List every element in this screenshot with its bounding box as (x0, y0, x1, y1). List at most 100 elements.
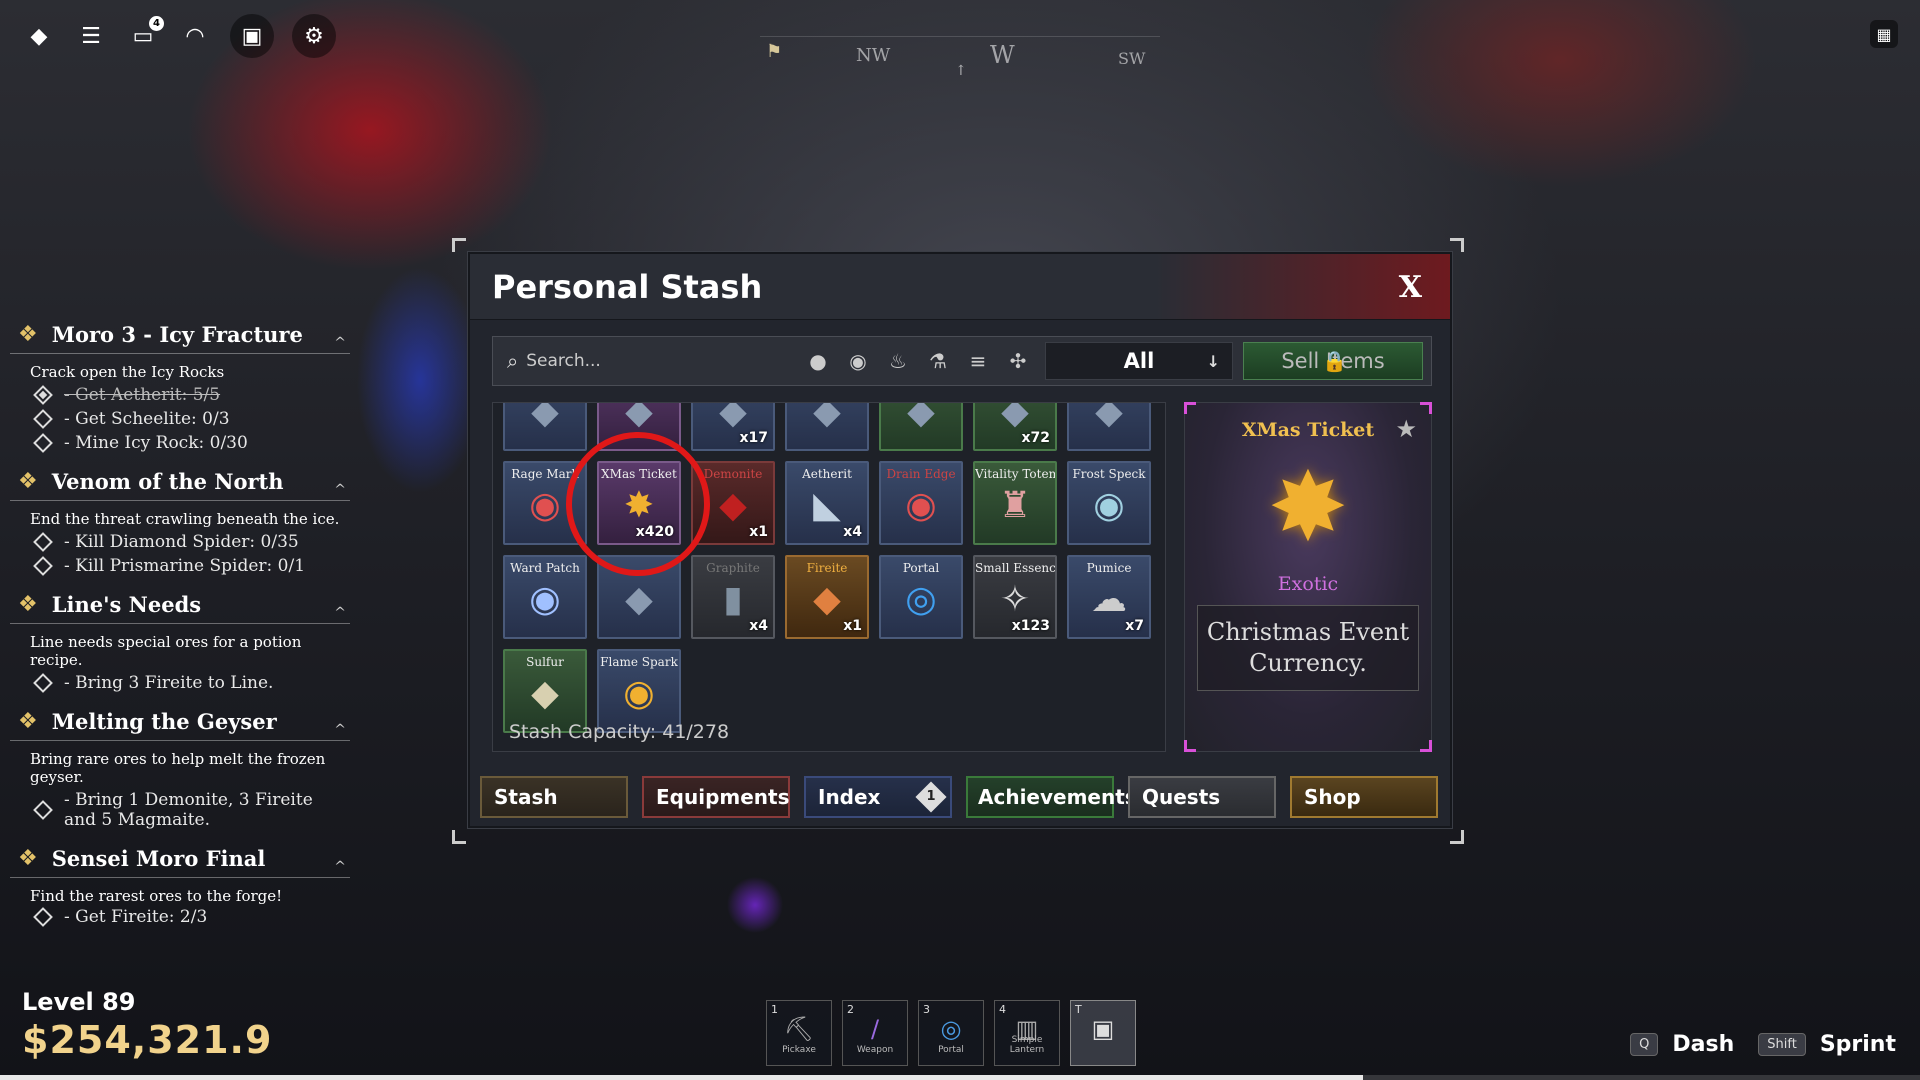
quest-tracker: ❖ Moro 3 - Icy Fracture ^ Crack open the… (10, 318, 350, 937)
player-money: $254,321.9 (22, 1018, 273, 1062)
frame-corner (452, 238, 466, 252)
item-slot[interactable]: Vitality Totem I ♜ (973, 461, 1057, 545)
quest-item[interactable]: ❖ Moro 3 - Icy Fracture ^ Crack open the… (10, 318, 350, 455)
tab-index[interactable]: Index 1 (804, 776, 952, 818)
backpack-icon[interactable]: ▣ (230, 14, 274, 58)
objective-checkbox-icon (33, 409, 53, 429)
detail-item-name: XMas Ticket (1241, 419, 1375, 441)
filter-icons: ● ◉ ♨ ⚗ ≡ ✣ (805, 348, 1031, 374)
fire-filter-icon[interactable]: ♨ (885, 348, 911, 374)
item-slot[interactable]: Rage Mark ◉ (503, 461, 587, 545)
weapon-icon: / (870, 1015, 880, 1043)
gear-icon[interactable]: ⚙ (292, 14, 336, 58)
item-icon: ◉ (623, 673, 655, 714)
item-slot[interactable]: ◆ (503, 403, 587, 451)
slot-label: Weapon (856, 1045, 894, 1055)
item-icon: ✸ (623, 485, 655, 526)
quest-header[interactable]: ❖ Sensei Moro Final ^ (10, 842, 350, 878)
xp-progress-bar (0, 1075, 1920, 1080)
quest-objective: - Get Aetherit: 5/5 (10, 383, 350, 407)
tab-shop[interactable]: Shop (1290, 776, 1438, 818)
favorite-star-icon[interactable]: ★ (1395, 415, 1417, 443)
hotbar-slot-lantern[interactable]: 4 ▥ Simple Lantern (994, 1000, 1060, 1066)
hotbar: 1 ⛏ Pickaxe 2 / Weapon 3 ◎ Portal 4 ▥ Si… (766, 1000, 1136, 1066)
item-icon: ◎ (905, 579, 937, 620)
item-slot[interactable]: ◆ (597, 403, 681, 451)
collapse-caret-icon[interactable]: ^ (334, 482, 346, 498)
item-slot[interactable]: Small Essence ✧ x123 (973, 555, 1057, 639)
chat-icon[interactable]: ▭ 4 (126, 16, 164, 53)
menu-icon[interactable]: ☰ (74, 19, 108, 53)
collapse-caret-icon[interactable]: ^ (334, 859, 346, 875)
ore-filter-icon[interactable]: ● (805, 348, 831, 374)
grid-icon[interactable]: ▦ (1870, 20, 1898, 48)
item-slot[interactable]: ◆ (785, 402, 869, 451)
quest-header[interactable]: ❖ Line's Needs ^ (10, 588, 350, 624)
rune-filter-icon[interactable]: ◉ (845, 348, 871, 374)
item-slot[interactable]: Demonite ◆ x1 (691, 461, 775, 545)
sort-icon[interactable]: ≡ (965, 348, 991, 374)
quest-item[interactable]: ❖ Venom of the North ^ End the threat cr… (10, 465, 350, 578)
hotbar-slot-pickaxe[interactable]: 1 ⛏ Pickaxe (766, 1000, 832, 1066)
collapse-icon[interactable]: ✣ (1005, 348, 1031, 374)
pickaxe-icon: ⛏ (783, 1015, 815, 1043)
potion-filter-icon[interactable]: ⚗ (925, 348, 951, 374)
tab-quests[interactable]: Quests (1128, 776, 1276, 818)
quest-description: Line needs special ores for a potion rec… (30, 633, 302, 669)
tab-equipments[interactable]: Equipments (642, 776, 790, 818)
item-quantity: x1 (749, 524, 768, 540)
tab-stash[interactable]: Stash (480, 776, 628, 818)
stash-titlebar: Personal Stash X (470, 254, 1450, 320)
quest-objective: - Kill Diamond Spider: 0/35 (10, 530, 350, 554)
backpack-icon: ▣ (1091, 1015, 1115, 1043)
quest-title: Line's Needs (51, 592, 202, 617)
item-slot[interactable]: ◆ (1067, 403, 1151, 451)
item-slot[interactable]: ◆ x72 (973, 403, 1057, 451)
item-slot[interactable]: ◆ (597, 555, 681, 639)
category-dropdown[interactable]: All ↓ (1045, 342, 1233, 380)
dash-key[interactable]: Q (1630, 1033, 1659, 1056)
collapse-caret-icon[interactable]: ^ (334, 605, 346, 621)
quest-objective: - Get Scheelite: 0/3 (10, 407, 350, 431)
item-name: Demonite (703, 467, 763, 481)
item-slot[interactable]: ◆ (879, 402, 963, 451)
quest-header[interactable]: ❖ Venom of the North ^ (10, 465, 350, 501)
close-button[interactable]: X (1399, 270, 1422, 305)
tab-achievements[interactable]: Achievements (966, 776, 1137, 818)
hotbar-slot-backpack[interactable]: T ▣ (1070, 1000, 1136, 1066)
roblox-logo-icon[interactable]: ◆ (22, 19, 56, 53)
item-slot[interactable]: Portal ◎ (879, 555, 963, 639)
item-icon: ◆ (907, 402, 935, 432)
quest-header[interactable]: ❖ Melting the Geyser ^ (10, 705, 350, 741)
item-icon: ◆ (813, 402, 841, 432)
item-slot[interactable]: Aetherit ◣ x4 (785, 461, 869, 545)
item-slot[interactable]: Graphite ▮ x4 (691, 555, 775, 639)
hotbar-slot-portal[interactable]: 3 ◎ Portal (918, 1000, 984, 1066)
objective-checkbox-icon (33, 385, 53, 405)
quest-header[interactable]: ❖ Moro 3 - Icy Fracture ^ (10, 318, 350, 354)
item-icon: ◆ (813, 579, 841, 620)
item-slot[interactable]: Pumice ☁ x7 (1067, 555, 1151, 639)
item-slot[interactable]: Frost Speck ◉ (1067, 461, 1151, 545)
item-quantity: x123 (1011, 618, 1050, 634)
item-slot[interactable]: Drain Edge ◉ (879, 461, 963, 545)
sprint-key[interactable]: Shift (1758, 1033, 1806, 1056)
collapse-caret-icon[interactable]: ^ (334, 722, 346, 738)
portal-icon: ◎ (940, 1015, 962, 1043)
compass-sw: SW (1118, 49, 1146, 68)
sell-items-button[interactable]: Sell Items 🔒 (1243, 342, 1423, 380)
item-slot[interactable]: Ward Patch ◉ (503, 555, 587, 639)
item-name: Frost Speck (1072, 467, 1146, 481)
item-name: Sulfur (526, 655, 564, 669)
item-slot[interactable]: ◆ x17 (691, 403, 775, 451)
hotbar-slot-weapon[interactable]: 2 / Weapon (842, 1000, 908, 1066)
headset-icon[interactable]: ◠ (178, 19, 212, 53)
item-slot[interactable]: Fireite ◆ x1 (785, 555, 869, 639)
search-input[interactable] (526, 351, 797, 371)
quest-item[interactable]: ❖ Sensei Moro Final ^ Find the rarest or… (10, 842, 350, 927)
objective-checkbox-icon (33, 556, 53, 576)
collapse-caret-icon[interactable]: ^ (334, 335, 346, 351)
quest-item[interactable]: ❖ Line's Needs ^ Line needs special ores… (10, 588, 350, 695)
item-slot[interactable]: XMas Ticket ✸ x420 (597, 461, 681, 545)
quest-item[interactable]: ❖ Melting the Geyser ^ Bring rare ores t… (10, 705, 350, 832)
